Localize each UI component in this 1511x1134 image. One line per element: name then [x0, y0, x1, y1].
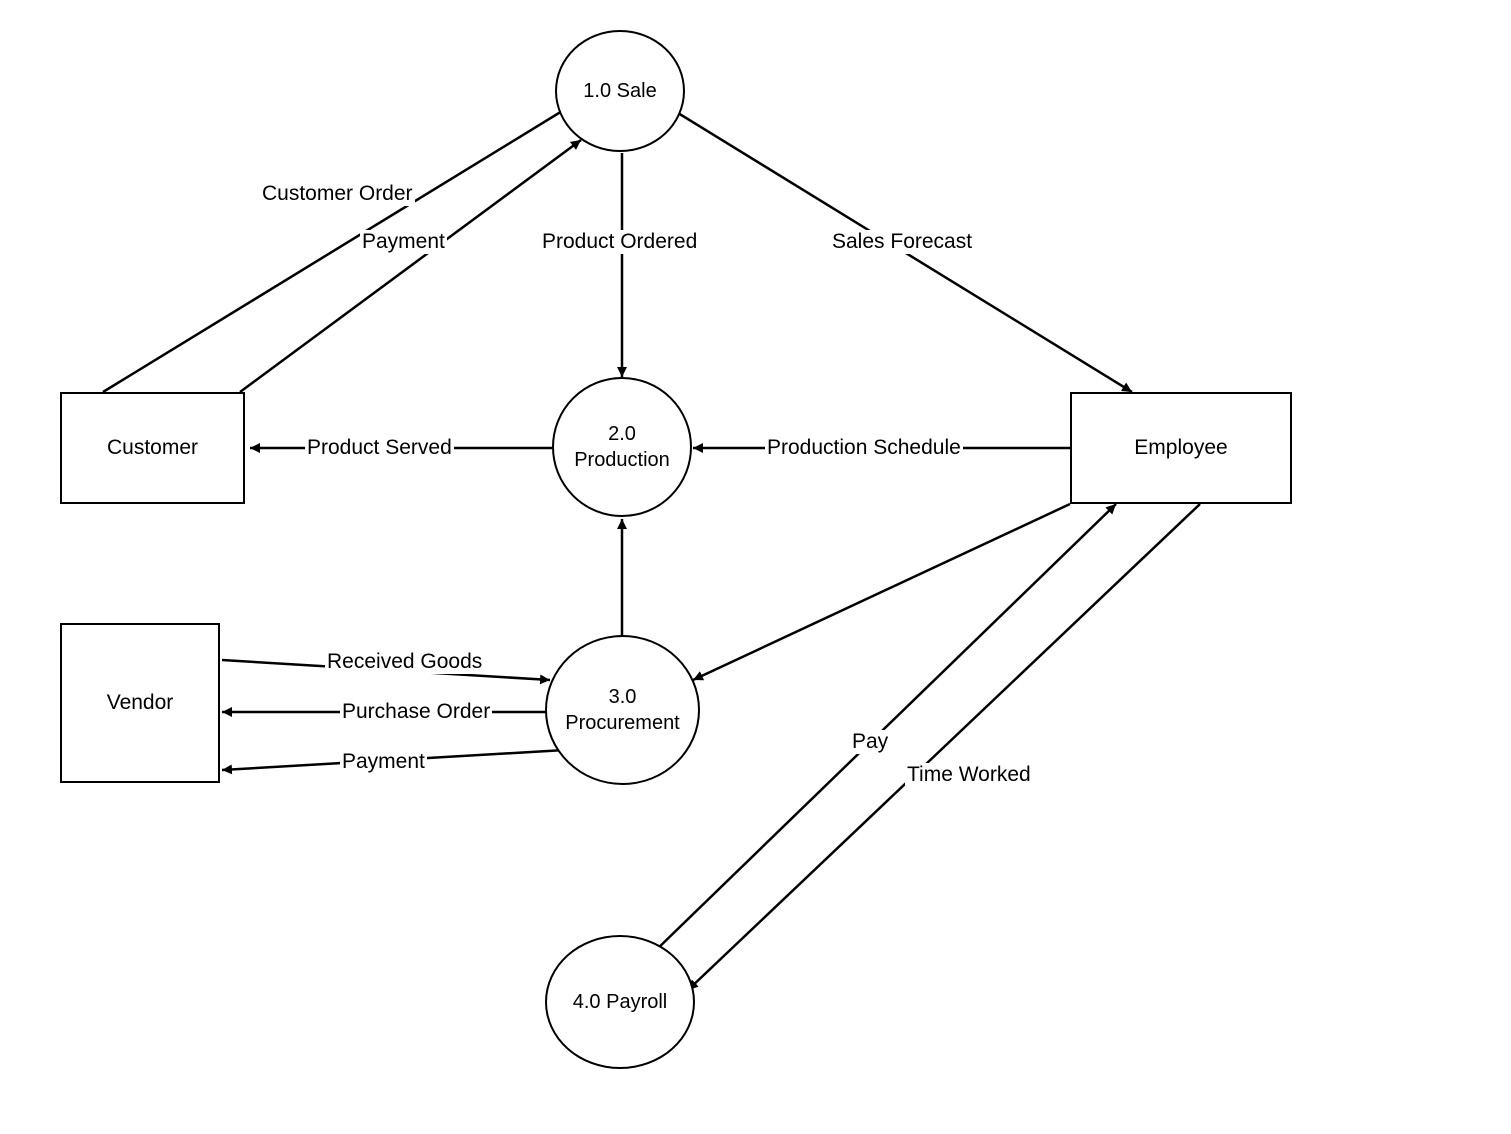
- flow-payment-to-sale: [240, 140, 581, 392]
- label-purchase-order: Purchase Order: [340, 700, 492, 724]
- label-customer-order: Customer Order: [260, 182, 415, 206]
- process-payroll: 4.0 Payroll: [545, 935, 695, 1069]
- process-sale: 1.0 Sale: [555, 30, 685, 152]
- entity-employee: Employee: [1070, 392, 1292, 504]
- process-sale-label: 1.0 Sale: [583, 78, 656, 104]
- flow-pay: [653, 504, 1116, 953]
- entity-employee-label: Employee: [1134, 436, 1227, 460]
- dfd-diagram-canvas: [0, 0, 1511, 1134]
- process-procurement: 3.0 Procurement: [545, 635, 700, 785]
- flow-time-worked: [688, 504, 1200, 990]
- entity-customer-label: Customer: [107, 436, 198, 460]
- process-procurement-label: 3.0 Procurement: [565, 684, 680, 736]
- process-production: 2.0 Production: [552, 377, 692, 517]
- label-payment-to-vendor: Payment: [340, 750, 427, 774]
- process-payroll-label: 4.0 Payroll: [573, 989, 668, 1015]
- flow-employee-to-procurement: [693, 504, 1070, 680]
- entity-vendor: Vendor: [60, 623, 220, 783]
- label-pay: Pay: [850, 730, 890, 754]
- entity-customer: Customer: [60, 392, 245, 504]
- label-payment-to-sale: Payment: [360, 230, 447, 254]
- flow-customer-order: [103, 105, 572, 392]
- label-production-schedule: Production Schedule: [765, 436, 963, 460]
- entity-vendor-label: Vendor: [107, 691, 174, 715]
- label-received-goods: Received Goods: [325, 650, 484, 674]
- label-time-worked: Time Worked: [905, 763, 1033, 787]
- process-production-label: 2.0 Production: [574, 421, 670, 473]
- label-sales-forecast: Sales Forecast: [830, 230, 974, 254]
- label-product-ordered: Product Ordered: [540, 230, 699, 254]
- label-product-served: Product Served: [305, 436, 454, 460]
